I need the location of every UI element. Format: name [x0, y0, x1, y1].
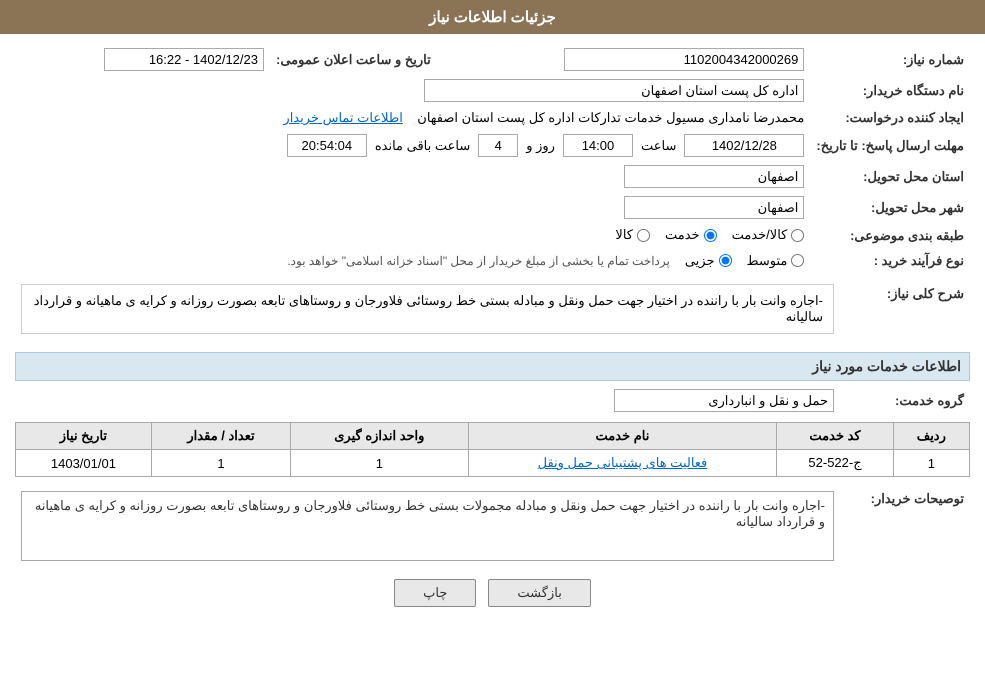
bazgasht-button[interactable]: بازگشت	[488, 579, 590, 607]
tosifat-value: -اجاره وانت بار با راننده در اختیار جهت …	[15, 485, 840, 565]
noe-farayand-label: نوع فرآیند خرید :	[810, 249, 970, 275]
shomare-niaz-value	[437, 44, 811, 75]
tarikh-label: تاریخ و ساعت اعلان عمومی:	[270, 44, 437, 75]
services-table: ردیف کد خدمت نام خدمت واحد اندازه گیری ت…	[15, 422, 970, 477]
radio-khadamat-label: خدمت	[665, 227, 700, 243]
tabaghe-bandi-options: کالا/خدمت خدمت کالا	[15, 223, 810, 249]
radio-kala-khadamat-label: کالا/خدمت	[732, 227, 788, 243]
mohlat-row: ساعت روز و ساعت باقی مانده	[15, 130, 810, 161]
col-nam-khadamat: نام خدمت	[468, 423, 777, 450]
mohlat-date-input[interactable]	[684, 134, 804, 157]
mohlat-label: مهلت ارسال پاسخ: تا تاریخ:	[810, 130, 970, 161]
noe-farayand-options: متوسط جزیی پرداخت تمام یا بخشی از مبلغ خ…	[15, 249, 810, 275]
group-khadamat-table: گروه خدمت:	[15, 385, 970, 416]
tabaghe-bandi-label: طبقه بندی موضوعی:	[810, 223, 970, 249]
radio-khadamat-input[interactable]	[704, 229, 717, 242]
col-kod-khadamat: کد خدمت	[777, 423, 893, 450]
radio-jozvi-input[interactable]	[719, 254, 732, 267]
mohlat-baqi-input[interactable]	[287, 134, 367, 157]
cell-tarikh: 1403/01/01	[16, 450, 152, 477]
ostan-tahvil-input[interactable]	[624, 165, 804, 188]
radio-kala[interactable]: کالا	[615, 227, 650, 243]
table-row: 1 ج-522-52 فعالیت های پشتیبانی حمل ونقل …	[16, 450, 970, 477]
noe-farayand-desc: پرداخت تمام یا بخشی از مبلغ خریدار از مح…	[287, 254, 670, 268]
col-tarikh: تاریخ نیاز	[16, 423, 152, 450]
main-content: شماره نیاز: تاریخ و ساعت اعلان عمومی: نا…	[0, 34, 985, 627]
radio-jozvi[interactable]: جزیی	[685, 253, 732, 269]
ostan-tahvil-value	[15, 161, 810, 192]
ijad-kananda-value: محمدرضا نامداری مسیول خدمات تداركات ادار…	[15, 106, 810, 130]
group-khadamat-value	[15, 385, 840, 416]
radio-kala-label: کالا	[615, 227, 633, 243]
radio-khadamat[interactable]: خدمت	[665, 227, 717, 243]
ijad-kananda-link[interactable]: اطلاعات تماس خریدار	[283, 110, 402, 125]
mohlat-saat-label: ساعت	[641, 138, 676, 154]
radio-kala-khadamat-input[interactable]	[791, 229, 804, 242]
ijad-kananda-text: محمدرضا نامداری مسیول خدمات تداركات ادار…	[417, 110, 804, 125]
col-tedad: تعداد / مقدار	[151, 423, 290, 450]
sharh-kolli-label: شرح کلی نیاز:	[840, 280, 970, 344]
mohlat-saat-input[interactable]	[563, 134, 633, 157]
tosifat-table: توصیحات خریدار: -اجاره وانت بار با رانند…	[15, 485, 970, 565]
mohlat-roz-label: روز و	[526, 138, 555, 154]
group-khadamat-input[interactable]	[614, 389, 834, 412]
mohlat-roz-input[interactable]	[478, 134, 518, 157]
nam-dastgah-input[interactable]	[424, 79, 804, 102]
nam-dastgah-value	[15, 75, 810, 106]
group-khadamat-label: گروه خدمت:	[840, 385, 970, 416]
sharh-kolli-text: -اجاره وانت بار با راننده در اختیار جهت …	[34, 293, 823, 324]
button-row: بازگشت چاپ	[15, 579, 970, 607]
tosifat-text: -اجاره وانت بار با راننده در اختیار جهت …	[35, 498, 825, 529]
shomare-niaz-input[interactable]	[564, 48, 804, 71]
radio-kala-khadamat[interactable]: کالا/خدمت	[732, 227, 805, 243]
shahr-tahvil-input[interactable]	[624, 196, 804, 219]
tosifat-box: -اجاره وانت بار با راننده در اختیار جهت …	[21, 491, 834, 561]
info-table: شماره نیاز: تاریخ و ساعت اعلان عمومی: نا…	[15, 44, 970, 274]
sharh-kolli-box: -اجاره وانت بار با راننده در اختیار جهت …	[21, 284, 834, 334]
chap-button[interactable]: چاپ	[394, 579, 476, 607]
page-wrapper: جزئیات اطلاعات نیاز شماره نیاز: تاریخ و …	[0, 0, 985, 691]
nam-dastgah-label: نام دستگاه خریدار:	[810, 75, 970, 106]
mohlat-baqi-label: ساعت باقی مانده	[375, 138, 470, 154]
shomare-niaz-label: شماره نیاز:	[810, 44, 970, 75]
shahr-tahvil-value	[15, 192, 810, 223]
tosifat-label: توصیحات خریدار:	[840, 485, 970, 565]
cell-radif: 1	[893, 450, 969, 477]
page-header: جزئیات اطلاعات نیاز	[0, 0, 985, 34]
radio-kala-input[interactable]	[637, 229, 650, 242]
sharh-kolli-table: شرح کلی نیاز: -اجاره وانت بار با راننده …	[15, 280, 970, 344]
tarikh-value	[15, 44, 270, 75]
cell-tedad: 1	[151, 450, 290, 477]
cell-kod-khadamat: ج-522-52	[777, 450, 893, 477]
cell-vahed: 1	[291, 450, 468, 477]
khadamat-section-header: اطلاعات خدمات مورد نیاز	[15, 352, 970, 381]
radio-motavasset-label: متوسط	[747, 253, 788, 269]
shahr-tahvil-label: شهر محل تحویل:	[810, 192, 970, 223]
col-vahed: واحد اندازه گیری	[291, 423, 468, 450]
tarikh-input[interactable]	[104, 48, 264, 71]
ostan-tahvil-label: استان محل تحویل:	[810, 161, 970, 192]
radio-jozvi-label: جزیی	[685, 253, 715, 269]
sharh-kolli-value: -اجاره وانت بار با راننده در اختیار جهت …	[15, 280, 840, 344]
cell-nam-khadamat[interactable]: فعالیت های پشتیبانی حمل ونقل	[468, 450, 777, 477]
radio-motavasset[interactable]: متوسط	[747, 253, 805, 269]
ijad-kananda-label: ایجاد کننده درخواست:	[810, 106, 970, 130]
page-title: جزئیات اطلاعات نیاز	[429, 9, 556, 26]
col-radif: ردیف	[893, 423, 969, 450]
radio-motavasset-input[interactable]	[791, 254, 804, 267]
